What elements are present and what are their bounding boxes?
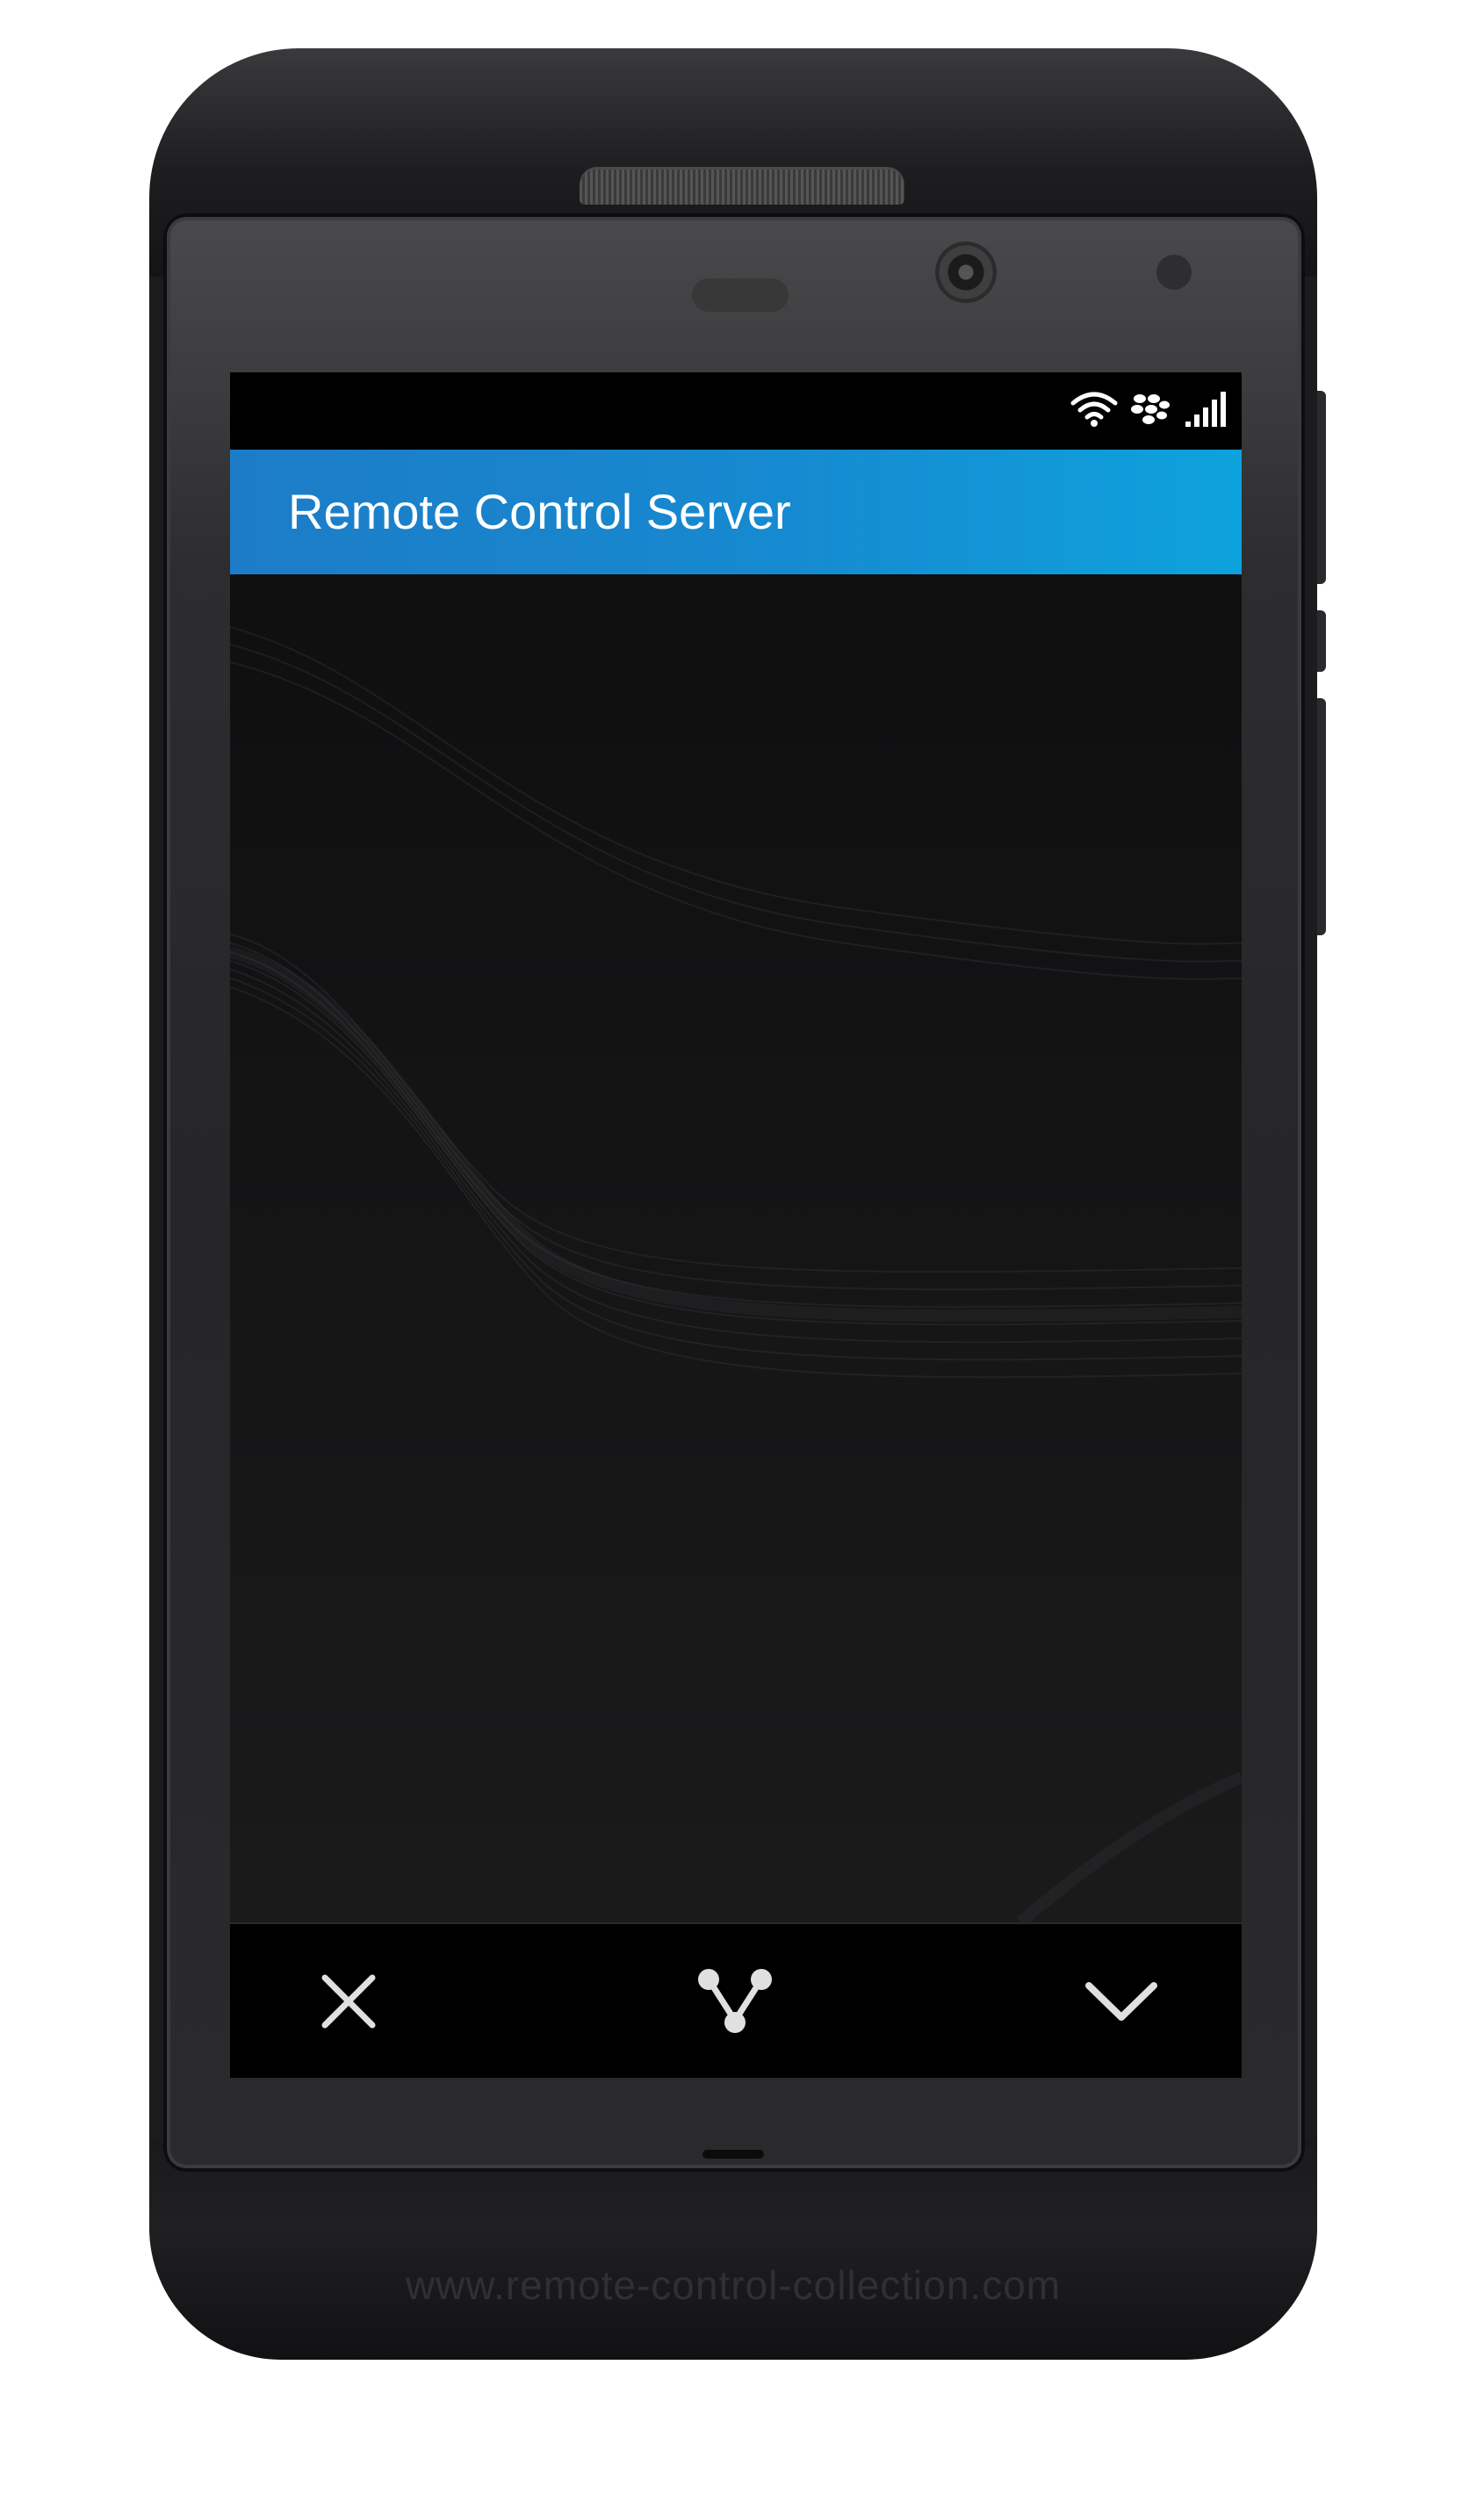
app-title: Remote Control Server (288, 484, 791, 539)
blackberry-logo-icon (1131, 392, 1171, 431)
side-button-middle (1317, 610, 1326, 672)
watermark-text: www.remote-control-collection.com (405, 2262, 1062, 2308)
bottom-action-bar (230, 1922, 1242, 2078)
wifi-icon (1070, 391, 1119, 432)
share-button[interactable] (691, 1959, 779, 2047)
bottom-notch (702, 2150, 764, 2159)
status-icons (1070, 388, 1229, 434)
side-button-bottom (1317, 698, 1326, 935)
light-sensor (1156, 255, 1192, 290)
checkmark-icon (1082, 1975, 1161, 2032)
close-button[interactable] (305, 1959, 393, 2047)
close-icon (318, 1971, 379, 2037)
device-screen: Remote Control Server (230, 372, 1242, 2078)
wallpaper-waves (230, 574, 1242, 1922)
side-button-top (1317, 391, 1326, 584)
signal-strength-icon (1184, 390, 1229, 433)
earpiece-speaker (580, 169, 904, 205)
app-title-bar: Remote Control Server (230, 450, 1242, 574)
confirm-button[interactable] (1077, 1959, 1165, 2047)
proximity-sensor (692, 278, 789, 312)
share-icon (695, 1966, 774, 2041)
main-content-area (230, 574, 1242, 1922)
front-camera (935, 242, 997, 303)
status-bar (230, 372, 1242, 450)
